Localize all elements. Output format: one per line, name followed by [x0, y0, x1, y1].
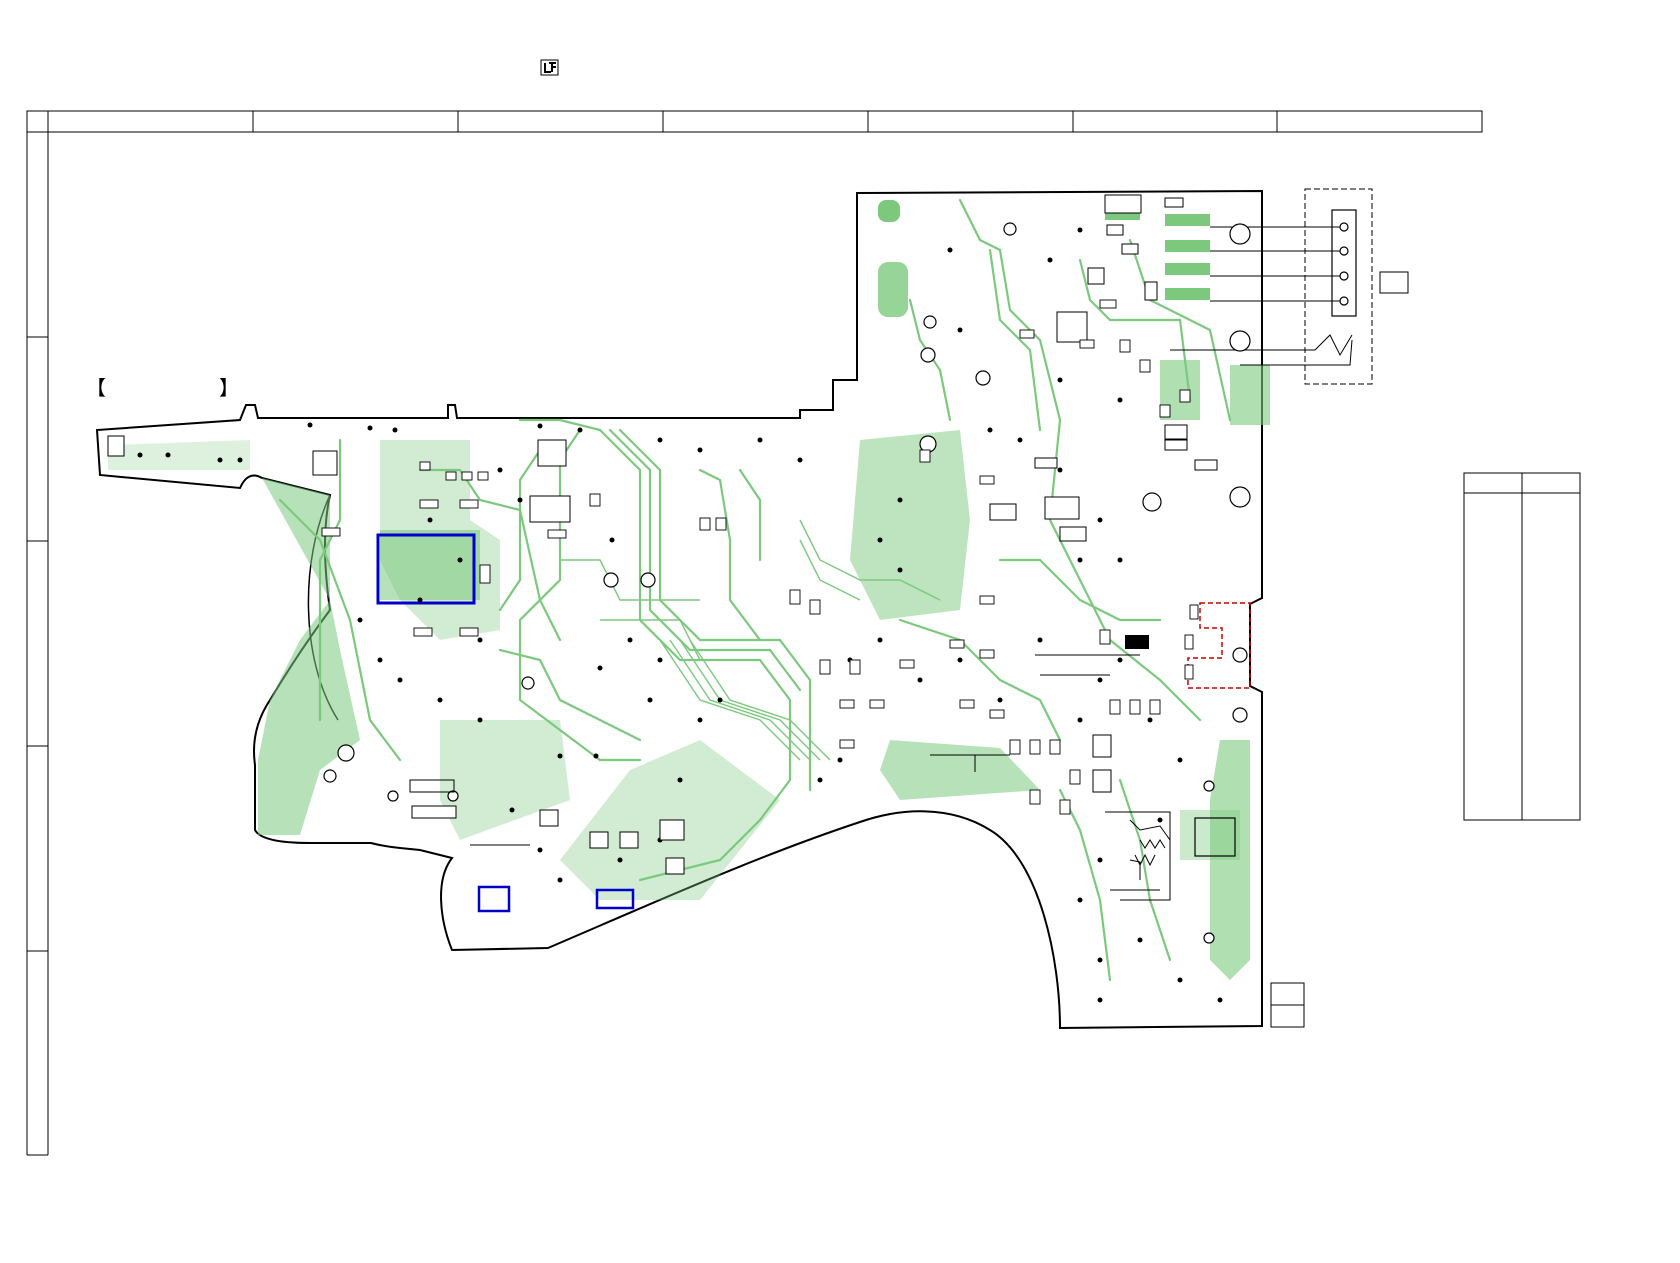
- board-title-open-bracket: 【: [86, 376, 106, 400]
- small-label-box: [1379, 271, 1409, 294]
- legend-box: [1270, 982, 1305, 1028]
- board-title-close-bracket: 】: [219, 376, 239, 400]
- lead-free-mark-icon: [540, 59, 559, 76]
- pcb-diagram: 【 】: [26, 59, 1581, 1156]
- reference-table: [1463, 472, 1581, 821]
